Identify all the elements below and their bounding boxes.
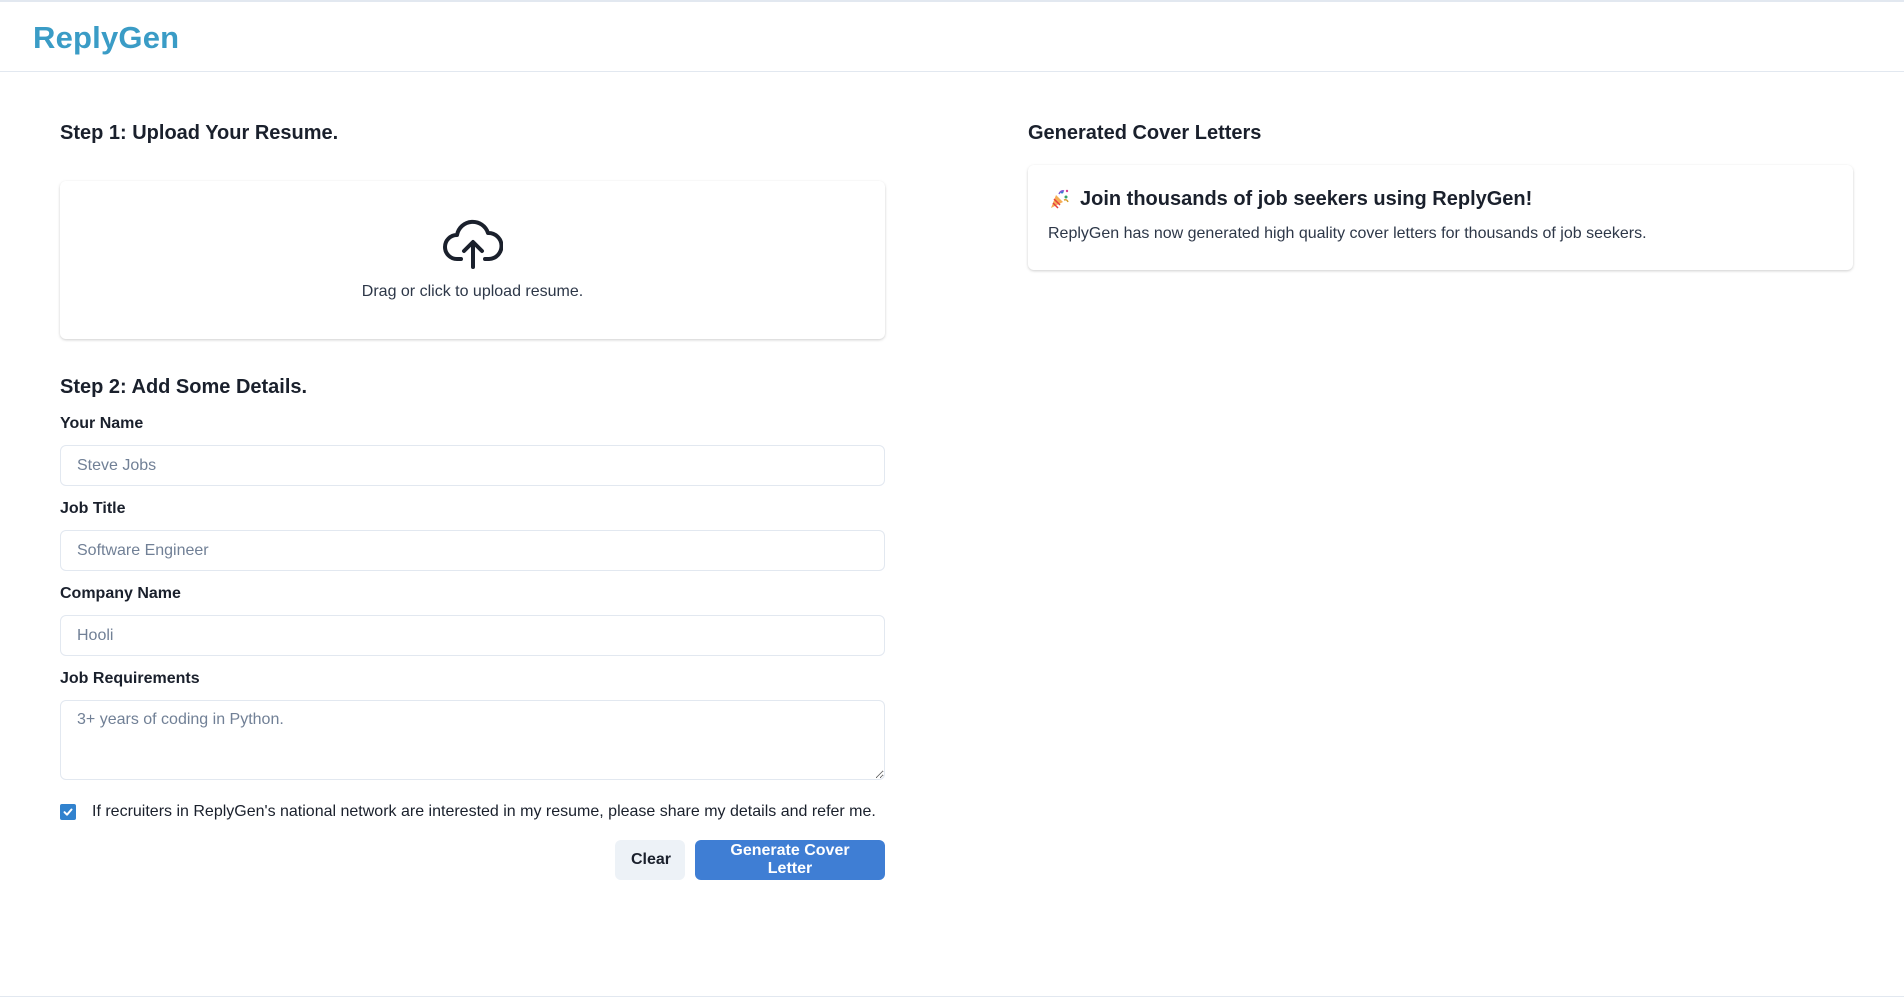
job-title-label: Job Title (60, 500, 126, 517)
upload-instruction: Drag or click to upload resume. (361, 283, 584, 300)
step2-title: Step 2: Add Some Details. (60, 376, 308, 398)
results-panel: Generated Cover Letters Join thousands o… (1028, 118, 1853, 270)
consent-row: If recruiters in ReplyGen's national net… (60, 800, 885, 824)
job-requirements-label: Job Requirements (60, 670, 200, 687)
clear-button[interactable]: Clear (615, 840, 685, 880)
main-content: Step 1: Upload Your Resume. Drag or clic… (0, 72, 1904, 992)
job-title-input[interactable] (60, 530, 885, 571)
promo-card-title: Join thousands of job seekers using Repl… (1080, 187, 1533, 210)
promo-card-text: ReplyGen has now generated high quality … (1048, 225, 1647, 242)
promo-card-title-row: Join thousands of job seekers using Repl… (1048, 185, 1833, 213)
form-actions: Clear Generate Cover Letter (60, 840, 885, 880)
job-requirements-textarea[interactable] (60, 700, 885, 780)
checkmark-icon (63, 808, 73, 816)
results-title: Generated Cover Letters (1028, 122, 1262, 144)
promo-card: Join thousands of job seekers using Repl… (1028, 165, 1853, 270)
company-name-input[interactable] (60, 615, 885, 656)
resume-upload-dropzone[interactable]: Drag or click to upload resume. (60, 181, 885, 339)
cloud-upload-icon (442, 219, 503, 269)
app-header: ReplyGen (0, 4, 1904, 72)
form-panel: Step 1: Upload Your Resume. Drag or clic… (60, 118, 885, 880)
company-name-label: Company Name (60, 585, 181, 602)
name-label: Your Name (60, 415, 144, 432)
app-logo[interactable]: ReplyGen (33, 20, 179, 56)
generate-cover-letter-button[interactable]: Generate Cover Letter (695, 840, 885, 880)
consent-label[interactable]: If recruiters in ReplyGen's national net… (92, 803, 876, 821)
details-section: Step 2: Add Some Details. Your Name Job … (60, 372, 885, 880)
consent-checkbox[interactable] (60, 804, 76, 820)
party-popper-icon (1051, 189, 1069, 209)
name-input[interactable] (60, 445, 885, 486)
step1-title: Step 1: Upload Your Resume. (60, 122, 339, 144)
